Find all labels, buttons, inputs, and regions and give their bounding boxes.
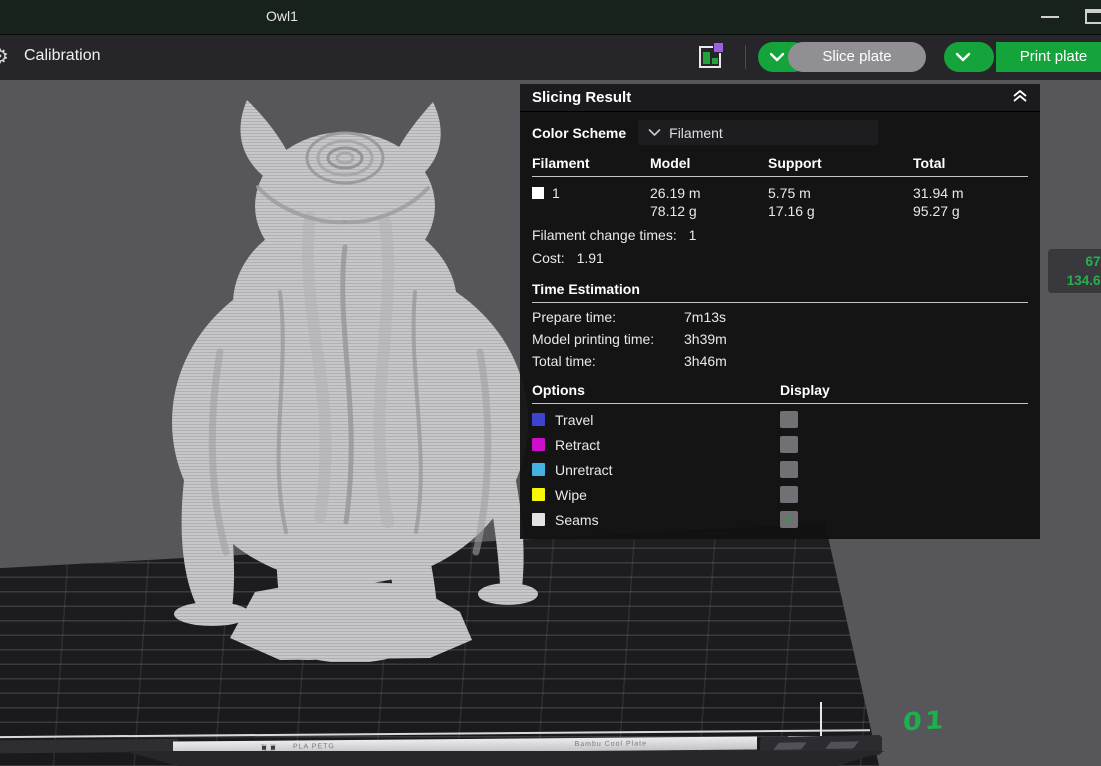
model-length: 26.19 m <box>650 184 768 202</box>
rail-material-label: PLA PETG <box>293 743 335 750</box>
seams-color-swatch <box>532 513 545 526</box>
qr-code-icon <box>261 744 267 750</box>
print-plate-button[interactable]: Print plate <box>996 42 1101 72</box>
total-time-row: Total time: 3h46m <box>532 353 1028 369</box>
plate-layout-icon[interactable] <box>699 46 721 68</box>
prepare-time-row: Prepare time: 7m13s <box>532 309 1028 325</box>
maximize-icon[interactable] <box>1085 9 1101 24</box>
retract-checkbox[interactable]: ✓ <box>780 436 798 453</box>
support-length: 5.75 m <box>768 184 913 202</box>
filament-color-swatch[interactable] <box>532 187 544 199</box>
unretract-checkbox[interactable]: ✓ <box>780 461 798 478</box>
time-estimation-title: Time Estimation <box>532 281 1028 297</box>
wipe-color-swatch <box>532 488 545 501</box>
filament-table-header: Filament Model Support Total <box>532 155 1028 171</box>
print-dropdown-button[interactable] <box>944 42 994 72</box>
color-scheme-label: Color Scheme <box>532 125 626 141</box>
model-printing-time-row: Model printing time: 3h39m <box>532 331 1028 347</box>
toolbar: ⚙ Calibration Slice plate Print plate <box>0 35 1101 81</box>
support-weight: 17.16 g <box>768 202 913 220</box>
chevron-down-icon <box>769 51 785 63</box>
panel-title: Slicing Result <box>532 89 631 106</box>
cost: Cost: 1.91 <box>532 250 1028 266</box>
filament-id: 1 <box>552 185 560 201</box>
travel-checkbox[interactable]: ✓ <box>780 411 798 428</box>
rail-plate-type-label: Bambu Cool Plate <box>575 740 647 748</box>
minimize-icon[interactable] <box>1041 16 1059 18</box>
divider <box>532 176 1028 177</box>
slice-plate-button[interactable]: Slice plate <box>788 42 926 72</box>
unretract-color-swatch <box>532 463 545 476</box>
layer-slider-badge[interactable]: 673 134.60 <box>1048 249 1101 293</box>
option-row-wipe: Wipe ✓ <box>532 485 1028 504</box>
option-row-travel: Travel ✓ <box>532 410 1028 429</box>
bed-corner-marker <box>820 702 822 736</box>
color-scheme-select[interactable]: Filament <box>638 120 878 145</box>
option-row-retract: Retract ✓ <box>532 435 1028 454</box>
bed-front-face <box>100 751 885 766</box>
travel-color-swatch <box>532 413 545 426</box>
options-header: Options Display <box>532 382 1028 398</box>
qr-code-icon <box>270 744 276 750</box>
total-length: 31.94 m <box>913 184 1028 202</box>
window-title: Owl1 <box>266 8 298 24</box>
filament-change-times: Filament change times: 1 <box>532 227 1028 243</box>
total-weight: 95.27 g <box>913 202 1028 220</box>
calibration-label[interactable]: Calibration <box>24 47 100 65</box>
title-bar: Owl1 <box>0 0 1101 35</box>
owl-model[interactable] <box>160 92 540 662</box>
wipe-checkbox[interactable]: ✓ <box>780 486 798 503</box>
chevron-down-icon <box>648 128 661 137</box>
seams-checkbox[interactable]: ✓ <box>780 511 798 528</box>
option-row-unretract: Unretract ✓ <box>532 460 1028 479</box>
calibration-gear-icon[interactable]: ⚙ <box>0 44 9 68</box>
slicing-result-panel: Slicing Result Color Scheme Filament Fil… <box>520 84 1040 539</box>
model-weight: 78.12 g <box>650 202 768 220</box>
checkmark-icon: ✓ <box>783 511 795 527</box>
layer-number: 673 <box>1054 252 1101 271</box>
divider <box>532 302 1028 303</box>
filament-table-row: 1 26.19 m 78.12 g 5.75 m 17.16 g 31.94 m… <box>532 184 1028 220</box>
retract-color-swatch <box>532 438 545 451</box>
toolbar-divider <box>745 45 746 69</box>
color-scheme-value: Filament <box>669 125 723 141</box>
chevron-down-icon <box>955 51 971 63</box>
plate-number-label: 01 <box>902 706 947 737</box>
collapse-icon[interactable] <box>1012 89 1028 107</box>
divider <box>532 403 1028 404</box>
panel-header: Slicing Result <box>520 84 1040 112</box>
layer-height: 134.60 <box>1054 271 1101 290</box>
option-row-seams: Seams ✓ <box>532 510 1028 529</box>
